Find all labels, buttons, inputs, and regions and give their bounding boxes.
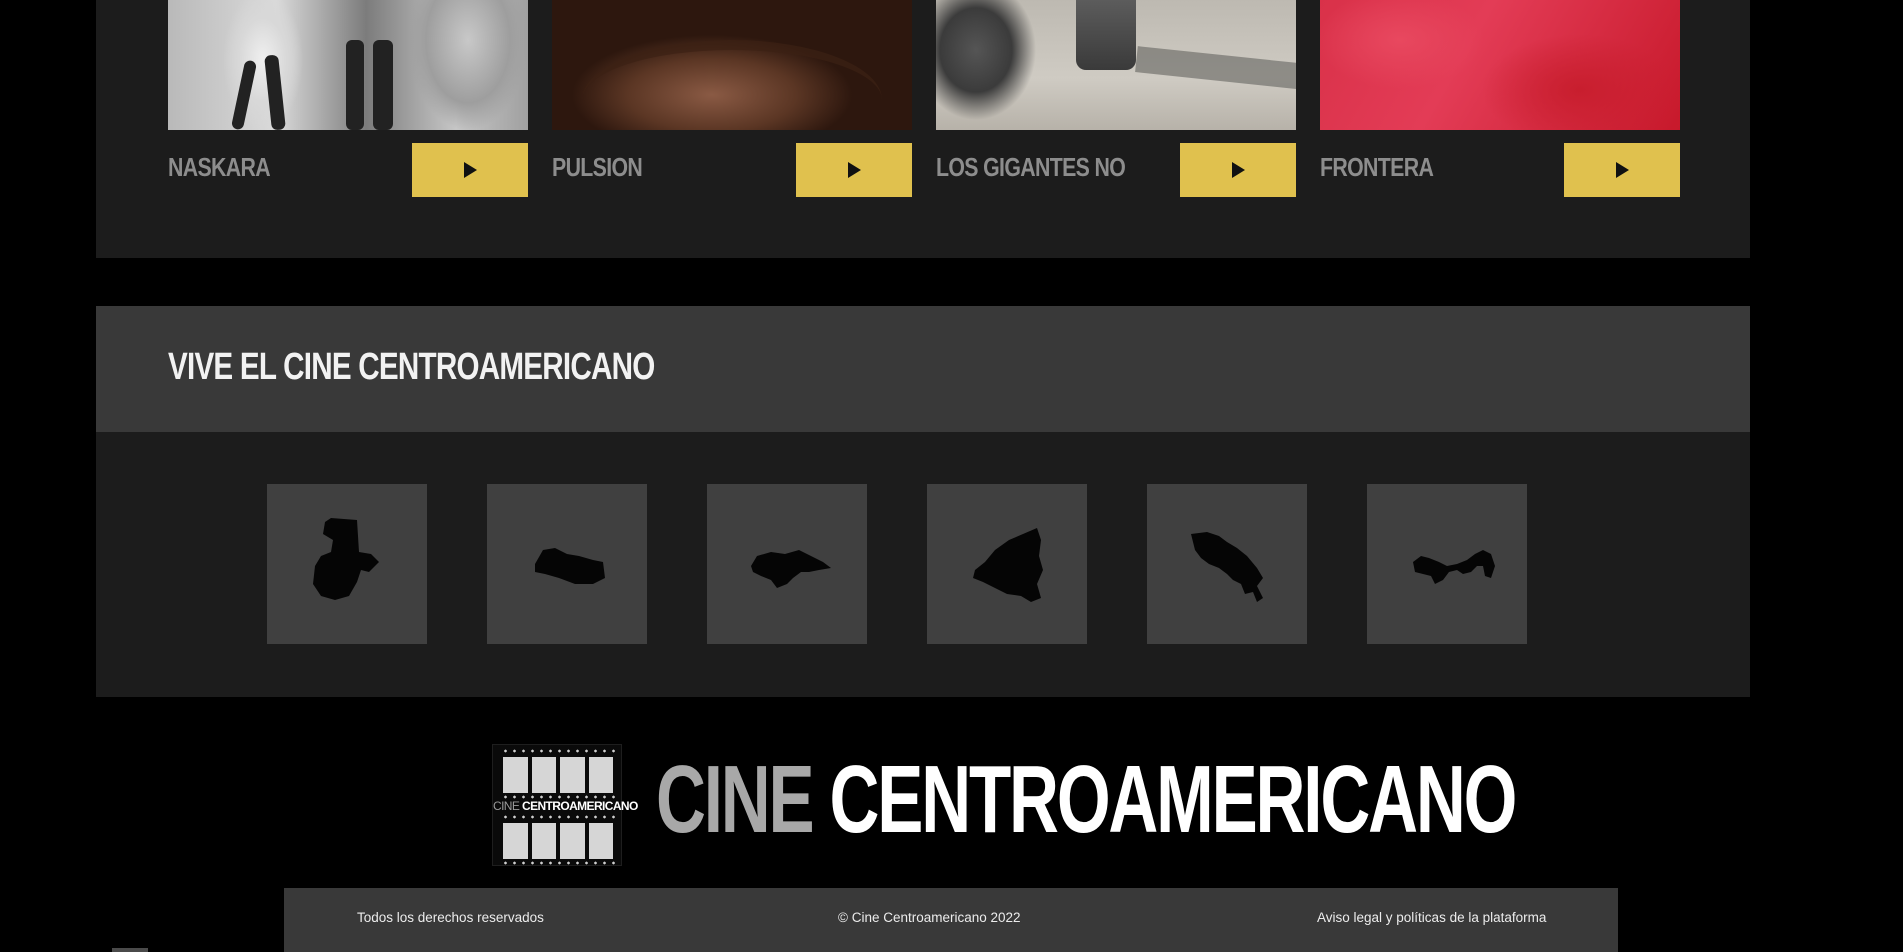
film-thumbnail[interactable] [1320, 0, 1680, 130]
play-button[interactable] [1564, 143, 1680, 197]
scrollbar-thumb[interactable] [112, 948, 148, 952]
country-tile-panama[interactable] [1367, 484, 1527, 644]
film-card-frontera[interactable]: FRONTERA [1320, 0, 1680, 197]
footer-logo[interactable]: CINE CENTROAMERICANO [492, 744, 638, 866]
country-tile-honduras[interactable] [707, 484, 867, 644]
vive-section-header: VIVE EL CINE CENTROAMERICANO [96, 306, 1750, 432]
film-thumbnail[interactable] [168, 0, 528, 130]
film-thumbnail[interactable] [936, 0, 1296, 130]
play-button[interactable] [796, 143, 912, 197]
country-grid [96, 432, 1750, 697]
play-icon [464, 162, 477, 178]
panama-map-icon [1413, 550, 1495, 584]
wordmark-part-centroamericano: CENTROAMERICANO [829, 746, 1518, 853]
film-card-pulsion[interactable]: PULSION [552, 0, 912, 197]
play-icon [848, 162, 861, 178]
film-title: PULSION [552, 152, 643, 182]
play-icon [1232, 162, 1245, 178]
section-title: VIVE EL CINE CENTROAMERICANO [168, 346, 655, 388]
film-title: LOS GIGANTES NO [936, 152, 1126, 182]
film-card-los-gigantes-no[interactable]: LOS GIGANTES NO [936, 0, 1296, 197]
country-tile-guatemala[interactable] [267, 484, 427, 644]
wordmark-part-cine: CINE [656, 746, 830, 853]
film-title: NASKARA [168, 152, 271, 182]
country-tile-nicaragua[interactable] [927, 484, 1087, 644]
page: NASKARA PULSION LOS GIGANTES NO FRONTERA… [0, 0, 1903, 952]
footer-wordmark: CINE CENTROAMERICANO [656, 752, 1517, 848]
country-tile-el-salvador[interactable] [487, 484, 647, 644]
play-button[interactable] [412, 143, 528, 197]
costa-rica-map-icon [1191, 532, 1263, 602]
footer-bar: Todos los derechos reservados © Cine Cen… [284, 888, 1618, 952]
guatemala-map-icon [313, 518, 379, 600]
footer-copyright: © Cine Centroamericano 2022 [838, 910, 1021, 925]
play-button[interactable] [1180, 143, 1296, 197]
footer-rights-text: Todos los derechos reservados [357, 910, 544, 925]
country-tile-costa-rica[interactable] [1147, 484, 1307, 644]
film-card-naskara[interactable]: NASKARA [168, 0, 528, 197]
honduras-map-icon [751, 550, 831, 588]
footer-legal-link[interactable]: Aviso legal y políticas de la plataforma [1317, 910, 1546, 925]
play-icon [1616, 162, 1629, 178]
logo-text: CINE CENTROAMERICANO [493, 799, 638, 813]
films-section: NASKARA PULSION LOS GIGANTES NO FRONTERA [96, 0, 1750, 258]
film-title: FRONTERA [1320, 152, 1434, 182]
nicaragua-map-icon [973, 528, 1043, 602]
el-salvador-map-icon [535, 548, 605, 584]
film-thumbnail[interactable] [552, 0, 912, 130]
